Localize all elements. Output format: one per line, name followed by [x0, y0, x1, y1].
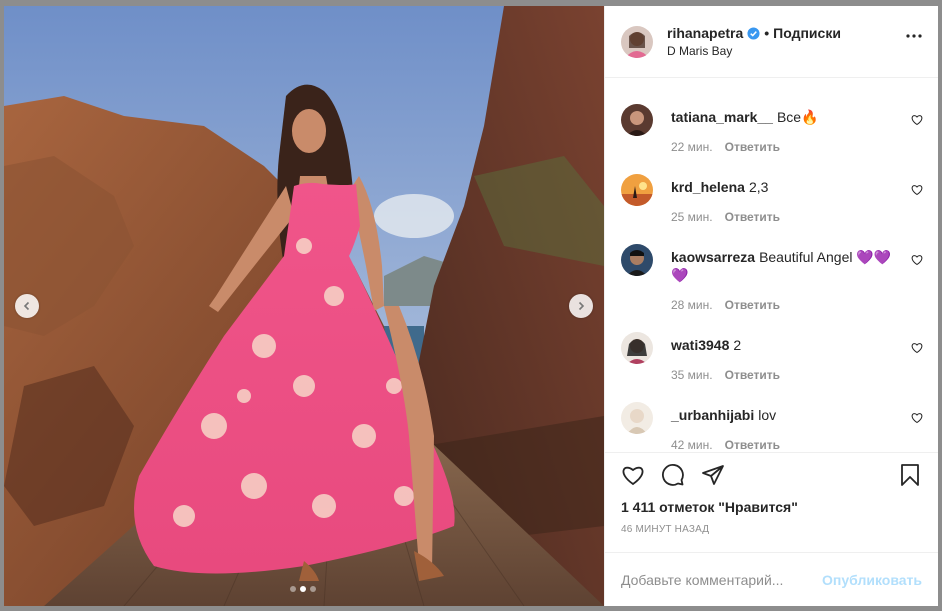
author-username[interactable]: rihanapetra [667, 25, 743, 41]
post-photo[interactable] [4, 6, 604, 606]
comment-username[interactable]: tatiana_mark__ [671, 109, 773, 125]
share-paper-plane-icon[interactable] [701, 463, 725, 487]
post-header: rihanapetra • Подписки D Maris Bay [605, 6, 938, 78]
like-comment-heart-icon[interactable] [911, 342, 923, 354]
reply-button[interactable]: Ответить [725, 210, 780, 224]
more-options-icon[interactable] [906, 34, 922, 38]
comment-time[interactable]: 25 мин. [671, 210, 713, 224]
commenter-avatar[interactable] [621, 174, 653, 206]
comment-time[interactable]: 42 мин. [671, 438, 713, 452]
comment-username[interactable]: _urbanhijabi [671, 407, 754, 423]
like-comment-heart-icon[interactable] [911, 254, 923, 266]
clipped-comment-meta [671, 78, 674, 84]
commenter-avatar[interactable] [621, 402, 653, 434]
next-slide-button[interactable] [569, 294, 593, 318]
add-comment-form: Опубликовать [605, 552, 938, 606]
prev-slide-button[interactable] [15, 294, 39, 318]
chevron-left-icon [23, 301, 30, 311]
carousel-dot [310, 586, 316, 592]
chevron-right-icon [578, 301, 585, 311]
likes-count[interactable]: 1 411 отметок "Нравится" [605, 496, 938, 518]
like-comment-heart-icon[interactable] [911, 412, 923, 424]
reply-button[interactable]: Ответить [725, 298, 780, 312]
comment-time[interactable]: 35 мин. [671, 368, 713, 382]
like-heart-icon[interactable] [621, 463, 645, 487]
carousel-dot [290, 586, 296, 592]
comment-bubble-icon[interactable] [661, 463, 685, 487]
following-button[interactable]: Подписки [773, 25, 841, 41]
post-location[interactable]: D Maris Bay [667, 44, 841, 58]
reply-button[interactable]: Ответить [725, 140, 780, 154]
commenter-avatar[interactable] [621, 332, 653, 364]
post-modal: rihanapetra • Подписки D Maris Bay tatia… [4, 6, 938, 606]
comment-text: Все🔥 [776, 109, 819, 125]
like-comment-heart-icon[interactable] [911, 114, 923, 126]
comment-username[interactable]: kaowsarreza [671, 249, 755, 265]
commenter-avatar[interactable] [621, 244, 653, 276]
commenter-avatar[interactable] [621, 104, 653, 136]
follow-separator: • [764, 25, 770, 41]
reply-button[interactable]: Ответить [725, 368, 780, 382]
comment-username[interactable]: wati3948 [671, 337, 729, 353]
author-avatar[interactable] [621, 25, 653, 58]
comment-text: 2 [733, 337, 742, 353]
post-image [4, 6, 604, 606]
carousel-indicator [290, 586, 316, 592]
post-time-ago[interactable]: 46 МИНУТ НАЗАД [605, 524, 938, 540]
comment-text: 2,3 [748, 179, 769, 195]
comments-list[interactable]: tatiana_mark__ Все🔥 22 мин. Ответить krd_h… [605, 78, 938, 452]
save-bookmark-icon[interactable] [898, 463, 922, 487]
verified-badge-icon [747, 26, 760, 40]
publish-button[interactable]: Опубликовать [822, 572, 922, 588]
post-actions-bar [605, 452, 938, 496]
comment-text: lov [758, 407, 777, 423]
reply-button[interactable]: Ответить [725, 438, 780, 452]
post-side-panel: rihanapetra • Подписки D Maris Bay tatia… [604, 6, 938, 606]
comment-username[interactable]: krd_helena [671, 179, 745, 195]
comment-time[interactable]: 28 мин. [671, 298, 713, 312]
comment-time[interactable]: 22 мин. [671, 140, 713, 154]
comment-input[interactable] [621, 571, 823, 588]
carousel-dot-active [300, 586, 306, 592]
like-comment-heart-icon[interactable] [911, 184, 923, 196]
